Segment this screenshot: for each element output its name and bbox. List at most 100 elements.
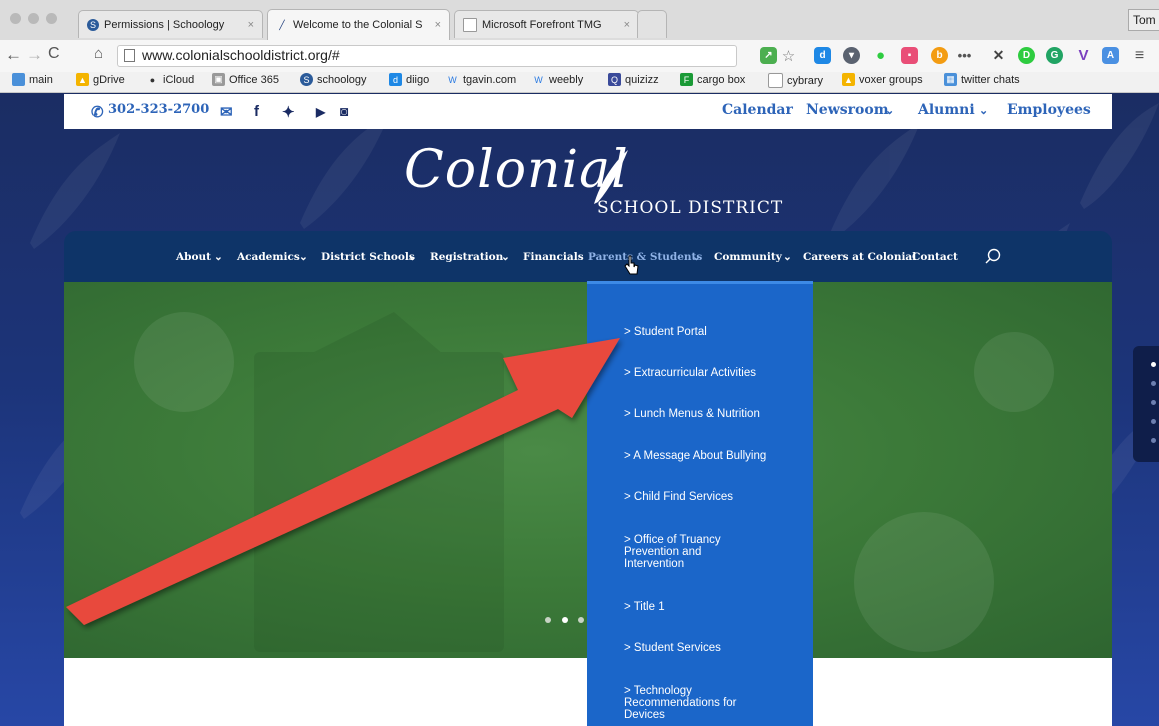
tab-title: Microsoft Forefront TMG — [482, 18, 602, 31]
side-pager-dot[interactable] — [1151, 419, 1156, 424]
extension-icon[interactable]: G — [1046, 47, 1063, 64]
twitter-chats-icon: ▦ — [944, 73, 957, 86]
email-icon[interactable]: ✉ — [220, 103, 233, 121]
tab-close-icon[interactable]: × — [624, 19, 630, 31]
address-bar[interactable]: www.colonialschooldistrict.org/# — [117, 45, 737, 67]
nav-community[interactable]: Community — [714, 251, 782, 263]
page-icon — [124, 49, 135, 62]
extension-icon[interactable]: ▪ — [901, 47, 918, 64]
reload-icon[interactable]: C — [48, 45, 60, 63]
browser-tab[interactable]: Microsoft Forefront TMG × — [454, 10, 639, 38]
side-pager-dot[interactable] — [1151, 400, 1156, 405]
side-pager-dot[interactable] — [1151, 438, 1156, 443]
top-link-newsroom[interactable]: Newsroom — [806, 102, 889, 118]
side-pager-dot-active[interactable] — [1151, 362, 1156, 367]
bookmark-link[interactable]: cybrary — [768, 73, 823, 88]
bookmark-link[interactable]: Wtgavin.com — [446, 73, 516, 86]
forward-arrow-icon[interactable]: → — [26, 45, 43, 65]
bookmark-star-icon[interactable]: ☆ — [780, 47, 797, 65]
search-icon[interactable] — [984, 248, 1002, 266]
window-close-button[interactable] — [10, 13, 21, 24]
dropdown-item-title-1[interactable]: > Title 1 — [624, 601, 794, 613]
youtube-icon[interactable]: ▶ — [316, 105, 325, 119]
schoology-favicon-icon: S — [87, 18, 99, 31]
bookmark-link[interactable]: d diigo — [389, 73, 429, 86]
top-link-calendar[interactable]: Calendar — [722, 102, 793, 118]
instagram-icon[interactable]: ◙ — [340, 103, 348, 119]
chevron-down-icon: ⌄ — [885, 104, 895, 117]
browser-tab[interactable]: S Permissions | Schoology × — [78, 10, 263, 38]
bookmark-link[interactable]: Fcargo box — [680, 73, 745, 86]
bookmark-link[interactable]: ▲ voxer groups — [842, 73, 923, 86]
dropdown-item-child-find[interactable]: > Child Find Services — [624, 491, 794, 503]
extension-icon[interactable]: V — [1075, 47, 1092, 64]
tab-close-icon[interactable]: × — [248, 19, 254, 31]
diigo-icon: d — [389, 73, 402, 86]
drive-icon: ▲ — [76, 73, 89, 86]
nav-about[interactable]: About — [176, 251, 211, 263]
dropdown-item-bullying[interactable]: > A Message About Bullying — [624, 450, 794, 462]
weebly-icon: W — [534, 74, 543, 85]
extension-icon[interactable]: ↗ — [760, 47, 777, 64]
bookmark-link[interactable]: ▲ gDrive — [76, 73, 125, 86]
diigo-extension-icon[interactable]: d — [814, 47, 831, 64]
tab-close-icon[interactable]: × — [435, 19, 441, 31]
nav-registration[interactable]: Registration — [430, 251, 503, 263]
annotation-arrow-icon — [66, 338, 620, 625]
nav-contact[interactable]: Contact — [912, 251, 958, 263]
logo-subtitle: SCHOOL DISTRICT — [597, 198, 784, 218]
menu-icon[interactable]: ≡ — [1131, 47, 1148, 64]
nav-financials[interactable]: Financials — [523, 251, 584, 263]
window-zoom-button[interactable] — [46, 13, 57, 24]
nav-district-schools[interactable]: District Schools — [321, 251, 415, 263]
chevron-down-icon: ⌄ — [501, 251, 510, 263]
tab-title: Permissions | Schoology — [104, 18, 225, 31]
nav-parents-students[interactable]: Parents & Students — [588, 251, 702, 263]
weebly-icon: W — [448, 74, 457, 85]
chevron-down-icon: ⌄ — [692, 251, 701, 263]
chevron-down-icon: ⌄ — [408, 251, 417, 263]
twitter-icon[interactable]: ✦ — [282, 103, 295, 121]
dropdown-item-student-portal[interactable]: > Student Portal — [624, 326, 794, 338]
bookmark-folder[interactable]: main — [12, 73, 53, 86]
chevron-down-icon: ⌄ — [214, 251, 223, 263]
pocket-extension-icon[interactable]: ▾ — [843, 47, 860, 64]
page-icon — [768, 73, 783, 88]
side-pager-dot[interactable] — [1151, 381, 1156, 386]
bookmark-link[interactable]: Wweebly — [532, 73, 583, 86]
new-tab-button[interactable] — [637, 10, 667, 38]
bookmark-link[interactable]: Qquizizz — [608, 73, 659, 86]
page-favicon-icon — [463, 17, 477, 32]
bookmark-link[interactable]: Sschoology — [300, 73, 367, 86]
chevron-down-icon: ⌄ — [299, 251, 308, 263]
profile-button[interactable]: Tom — [1128, 9, 1159, 31]
office-icon: ▣ — [212, 73, 225, 86]
more-extensions-icon[interactable]: ••• — [956, 47, 973, 64]
dropdown-item-student-services[interactable]: > Student Services — [624, 642, 794, 654]
bookmark-link[interactable]: ▦ twitter chats — [944, 73, 1020, 86]
nav-careers[interactable]: Careers at Colonial — [803, 251, 916, 263]
url-text: www.colonialschooldistrict.org/# — [142, 47, 340, 63]
translate-extension-icon[interactable]: A — [1102, 47, 1119, 64]
bookmark-link[interactable]: ▣ Office 365 — [212, 73, 279, 86]
bookmark-link[interactable]: ● iCloud — [146, 73, 194, 86]
nav-academics[interactable]: Academics — [237, 251, 300, 263]
dropdown-item-lunch-menus[interactable]: > Lunch Menus & Nutrition — [624, 408, 794, 420]
facebook-icon[interactable]: f — [254, 103, 259, 120]
browser-tab-active[interactable]: ╱ Welcome to the Colonial S × — [267, 9, 450, 40]
chevron-down-icon: ⌄ — [979, 104, 989, 117]
quill-favicon-icon: ╱ — [279, 19, 285, 30]
dropdown-item-extracurricular[interactable]: > Extracurricular Activities — [624, 367, 794, 379]
back-arrow-icon[interactable]: ← — [5, 45, 22, 65]
top-link-alumni[interactable]: Alumni — [918, 102, 975, 118]
dropdown-item-truancy[interactable]: > Office of Truancy Prevention and Inter… — [624, 534, 749, 570]
extension-icon[interactable]: D — [1018, 47, 1035, 64]
evernote-extension-icon[interactable]: ● — [872, 47, 889, 64]
window-minimize-button[interactable] — [28, 13, 39, 24]
phone-number[interactable]: 302-323-2700 — [108, 102, 209, 117]
dropdown-item-technology[interactable]: > Technology Recommendations for Devices — [624, 685, 759, 721]
home-icon[interactable]: ⌂ — [94, 45, 103, 62]
extension-icon[interactable]: ✕ — [990, 47, 1007, 64]
top-link-employees[interactable]: Employees — [1007, 102, 1091, 118]
extension-icon[interactable]: b — [931, 47, 948, 64]
